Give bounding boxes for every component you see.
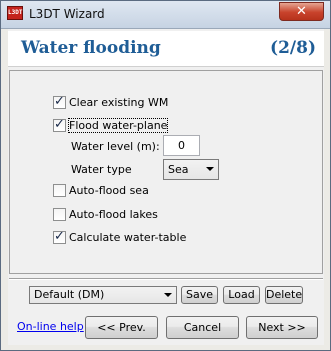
wizard-window: L3DT L3DT Wizard ✕ Water flooding (2/8) …: [0, 0, 331, 351]
cancel-button[interactable]: Cancel: [166, 316, 239, 339]
auto-flood-sea-option[interactable]: Auto-flood sea: [53, 182, 149, 198]
load-preset-button[interactable]: Load: [223, 286, 260, 304]
clear-existing-wm-label: Clear existing WM: [69, 95, 169, 109]
flood-water-plane-option[interactable]: Flood water-plane: [53, 117, 169, 133]
water-type-label: Water type: [71, 163, 132, 176]
auto-flood-sea-label: Auto-flood sea: [69, 183, 149, 197]
clear-existing-wm-checkbox[interactable]: [53, 94, 66, 109]
water-type-select[interactable]: Sea: [163, 159, 219, 180]
auto-flood-sea-checkbox[interactable]: [53, 183, 66, 197]
window-title: L3DT Wizard: [29, 7, 105, 21]
preset-select[interactable]: Default (DM): [29, 286, 177, 304]
step-indicator: (2/8): [270, 38, 316, 58]
water-level-input[interactable]: 0: [163, 135, 200, 156]
calculate-water-table-option[interactable]: Calculate water-table: [53, 229, 186, 245]
delete-preset-button[interactable]: Delete: [265, 286, 303, 304]
flood-water-plane-label: Flood water-plane: [67, 117, 169, 133]
app-icon: L3DT: [7, 6, 23, 20]
close-button[interactable]: ✕: [279, 2, 324, 21]
online-help-link[interactable]: On-line help: [17, 320, 84, 333]
chevron-down-icon: [206, 167, 214, 171]
auto-flood-lakes-option[interactable]: Auto-flood lakes: [53, 206, 158, 222]
page-title: Water flooding: [21, 38, 161, 58]
water-type-value: Sea: [168, 163, 189, 176]
title-bar[interactable]: L3DT L3DT Wizard ✕: [1, 1, 330, 29]
prev-button[interactable]: << Prev.: [85, 316, 158, 339]
save-preset-button[interactable]: Save: [181, 286, 218, 304]
water-level-label: Water level (m):: [71, 140, 160, 153]
next-button[interactable]: Next >>: [246, 316, 318, 339]
chevron-down-icon: [164, 293, 172, 297]
calculate-water-table-label: Calculate water-table: [69, 230, 187, 244]
footer-separator: [9, 278, 323, 280]
auto-flood-lakes-checkbox[interactable]: [53, 207, 66, 221]
wizard-header: Water flooding (2/8): [8, 31, 324, 67]
calculate-water-table-checkbox[interactable]: [53, 229, 66, 244]
clear-existing-wm-option[interactable]: Clear existing WM: [53, 94, 168, 110]
auto-flood-lakes-label: Auto-flood lakes: [69, 207, 158, 221]
flood-water-plane-checkbox[interactable]: [53, 117, 66, 132]
preset-value: Default (DM): [34, 288, 105, 301]
